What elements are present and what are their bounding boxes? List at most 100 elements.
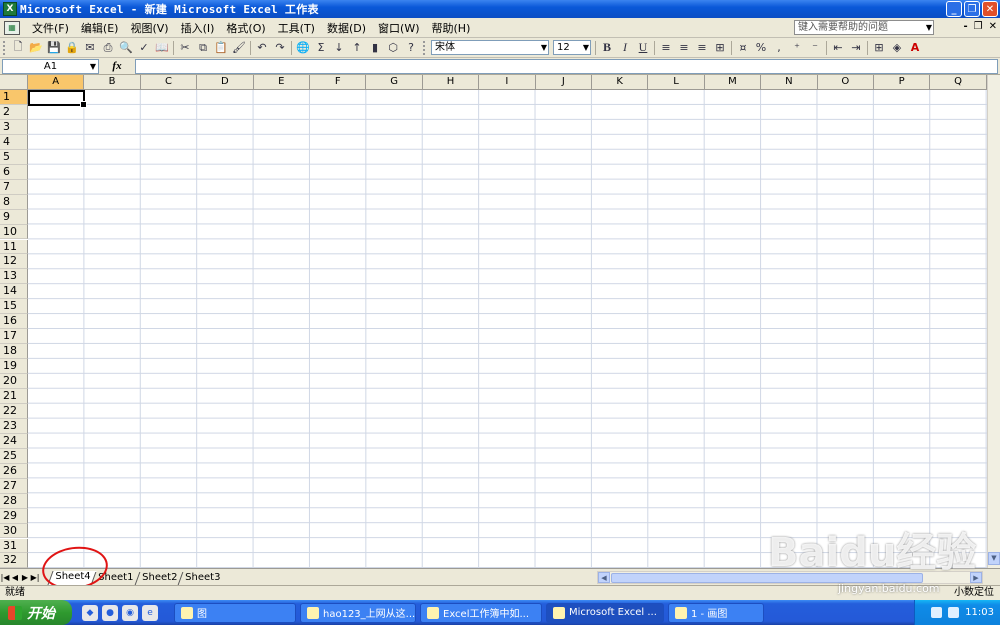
quick-launch-app-icon[interactable]: ◆ xyxy=(82,604,98,621)
sheet-tab-sheet2[interactable]: Sheet2 xyxy=(134,572,184,585)
permission-icon[interactable]: 🔒 xyxy=(64,40,80,56)
font-size-select[interactable]: 12 ▼ xyxy=(553,40,591,55)
bold-button[interactable]: B xyxy=(599,40,615,56)
menu-format[interactable]: 格式(O) xyxy=(220,20,271,36)
row-header-19[interactable]: 19 xyxy=(0,359,28,375)
column-header-n[interactable]: N xyxy=(761,75,818,90)
row-header-31[interactable]: 31 xyxy=(0,538,28,554)
menu-tools[interactable]: 工具(T) xyxy=(272,20,321,36)
column-header-i[interactable]: I xyxy=(479,75,536,90)
menu-window[interactable]: 窗口(W) xyxy=(372,20,425,36)
decrease-decimal-icon[interactable]: ⁻ xyxy=(807,40,823,56)
column-header-d[interactable]: D xyxy=(197,75,254,90)
row-header-13[interactable]: 13 xyxy=(0,269,28,285)
name-box[interactable]: A1 ▼ xyxy=(2,58,99,74)
next-sheet-icon[interactable]: ▶ xyxy=(20,573,30,582)
row-header-1[interactable]: 1 xyxy=(0,90,28,105)
merge-center-icon[interactable]: ⊞ xyxy=(712,40,728,56)
toolbar-grip[interactable] xyxy=(423,40,426,55)
quick-launch-media-icon[interactable]: ◉ xyxy=(122,604,138,621)
save-icon[interactable]: 💾 xyxy=(46,40,62,56)
column-header-g[interactable]: G xyxy=(366,75,423,90)
row-header-27[interactable]: 27 xyxy=(0,478,28,494)
row-header-24[interactable]: 24 xyxy=(0,433,28,449)
excel-app-icon[interactable]: X xyxy=(3,2,17,16)
menu-edit[interactable]: 编辑(E) xyxy=(75,20,125,36)
menu-view[interactable]: 视图(V) xyxy=(124,20,174,36)
paste-icon[interactable]: 📋 xyxy=(213,40,229,56)
sheet-tab-sheet3[interactable]: Sheet3 xyxy=(177,572,227,585)
row-header-4[interactable]: 4 xyxy=(0,134,28,150)
scroll-down-icon[interactable]: ▼ xyxy=(988,552,1000,565)
print-preview-icon[interactable]: 🔍 xyxy=(118,40,134,56)
cut-icon[interactable]: ✂ xyxy=(177,40,193,56)
toolbar-grip[interactable] xyxy=(3,40,6,55)
close-button[interactable]: ✕ xyxy=(982,1,998,17)
align-left-icon[interactable]: ≡ xyxy=(658,40,674,56)
column-header-a[interactable]: A xyxy=(28,75,85,90)
column-header-q[interactable]: Q xyxy=(930,75,987,90)
column-header-j[interactable]: J xyxy=(535,75,592,90)
spelling-icon[interactable]: ✓ xyxy=(136,40,152,56)
row-header-21[interactable]: 21 xyxy=(0,389,28,404)
column-header-m[interactable]: M xyxy=(704,75,762,90)
spreadsheet-grid[interactable]: A B C D E F G H I J K L M N O P Q 1 2 3 4 5 6 7 8 9 10 11 12 13 14 15 16… xyxy=(0,75,987,568)
chart-wizard-icon[interactable]: ▮ xyxy=(367,40,383,56)
column-header-p[interactable]: P xyxy=(874,75,931,90)
underline-button[interactable]: U xyxy=(635,40,651,56)
minimize-button[interactable]: _ xyxy=(946,1,962,17)
doc-minimize-button[interactable]: - xyxy=(963,21,967,32)
select-all-corner[interactable] xyxy=(0,75,28,90)
active-cell-a1[interactable] xyxy=(28,90,87,108)
percent-button[interactable]: % xyxy=(753,40,769,56)
sort-ascending-icon[interactable]: ↓ xyxy=(331,40,347,56)
align-right-icon[interactable]: ≡ xyxy=(694,40,710,56)
column-header-k[interactable]: K xyxy=(592,75,649,90)
scroll-left-icon[interactable]: ◀ xyxy=(598,572,610,583)
task-button-excel[interactable]: Microsoft Excel ... xyxy=(546,602,664,623)
email-icon[interactable]: ✉ xyxy=(82,40,98,56)
row-header-26[interactable]: 26 xyxy=(0,463,28,479)
hyperlink-icon[interactable]: 🌐 xyxy=(295,40,311,56)
clock[interactable]: 11:03 xyxy=(965,607,994,618)
print-icon[interactable]: ⎙ xyxy=(100,40,116,56)
undo-icon[interactable]: ↶ xyxy=(254,40,270,56)
row-header-18[interactable]: 18 xyxy=(0,344,28,360)
first-sheet-icon[interactable]: |◀ xyxy=(0,573,10,582)
font-color-icon[interactable]: A xyxy=(907,40,923,56)
row-header-22[interactable]: 22 xyxy=(0,403,28,419)
task-button-paint[interactable]: 1 - 画图 xyxy=(668,602,764,623)
column-header-b[interactable]: B xyxy=(84,75,141,90)
column-header-h[interactable]: H xyxy=(422,75,480,90)
currency-icon[interactable]: ¤ xyxy=(735,40,751,56)
column-header-o[interactable]: O xyxy=(817,75,874,90)
italic-button[interactable]: I xyxy=(617,40,633,56)
help-icon[interactable]: ? xyxy=(403,40,419,56)
row-header-6[interactable]: 6 xyxy=(0,164,28,180)
row-header-3[interactable]: 3 xyxy=(0,119,28,135)
borders-icon[interactable]: ⊞ xyxy=(871,40,887,56)
vertical-scrollbar[interactable]: ▼ xyxy=(987,75,1000,568)
row-header-14[interactable]: 14 xyxy=(0,284,28,300)
sort-descending-icon[interactable]: ↑ xyxy=(349,40,365,56)
open-folder-icon[interactable]: 📂 xyxy=(28,40,44,56)
row-header-29[interactable]: 29 xyxy=(0,508,28,524)
quick-launch-browser-icon[interactable]: ● xyxy=(102,604,118,621)
row-header-25[interactable]: 25 xyxy=(0,448,28,464)
row-header-30[interactable]: 30 xyxy=(0,523,28,539)
column-header-e[interactable]: E xyxy=(253,75,310,90)
copy-icon[interactable]: ⧉ xyxy=(195,40,211,56)
comma-style-icon[interactable]: , xyxy=(771,40,787,56)
row-header-20[interactable]: 20 xyxy=(0,374,28,389)
menu-data[interactable]: 数据(D) xyxy=(321,20,372,36)
prev-sheet-icon[interactable]: ◀ xyxy=(10,573,20,582)
menu-insert[interactable]: 插入(I) xyxy=(175,20,221,36)
increase-indent-icon[interactable]: ⇥ xyxy=(848,40,864,56)
row-header-5[interactable]: 5 xyxy=(0,149,28,165)
row-header-28[interactable]: 28 xyxy=(0,493,28,509)
task-button-word[interactable]: Excel工作簿中如... xyxy=(420,602,542,623)
row-header-32[interactable]: 32 xyxy=(0,553,28,568)
row-header-15[interactable]: 15 xyxy=(0,299,28,315)
column-header-f[interactable]: F xyxy=(310,75,367,90)
row-header-12[interactable]: 12 xyxy=(0,254,28,270)
